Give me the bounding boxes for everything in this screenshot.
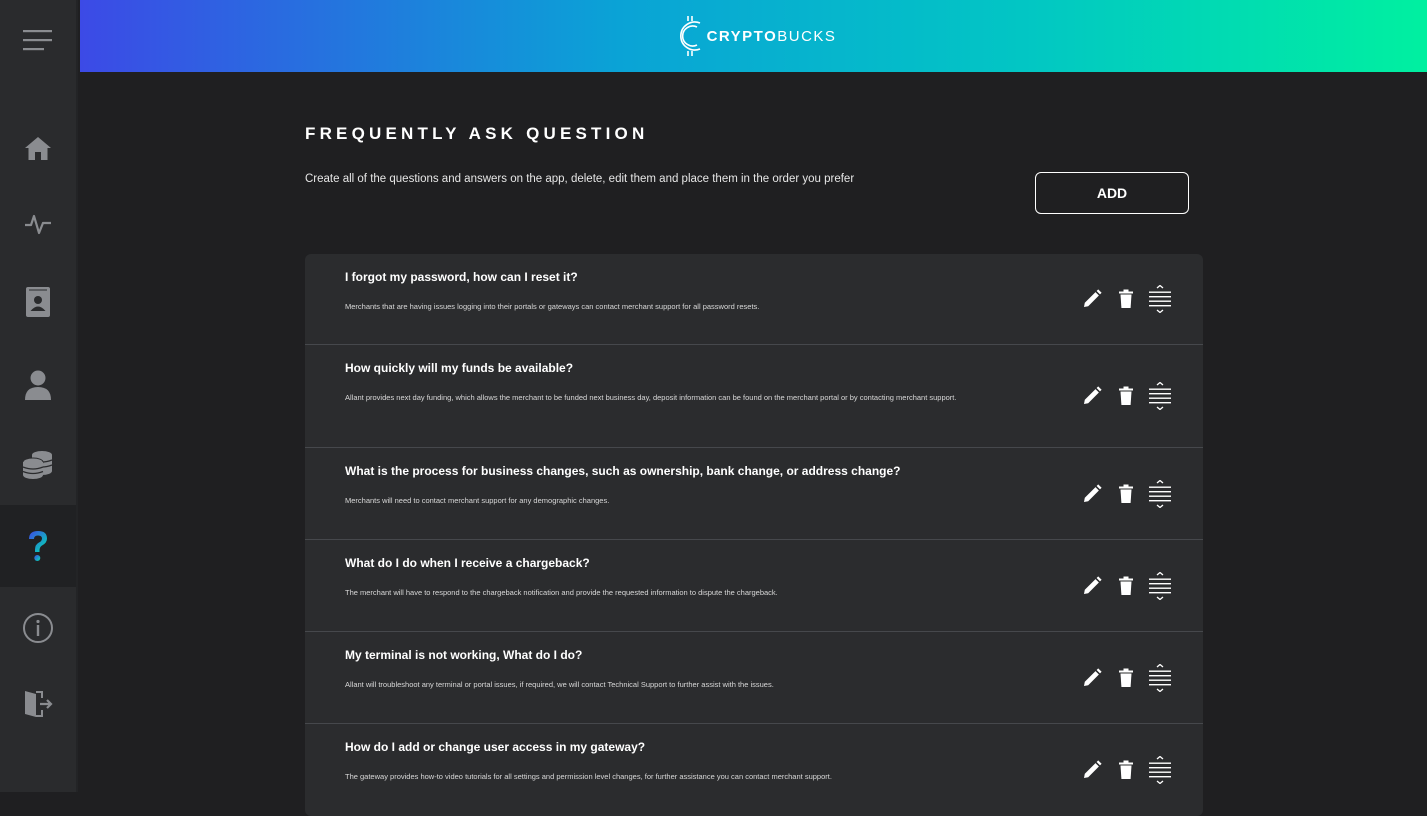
delete-icon[interactable] xyxy=(1114,482,1138,506)
delete-icon[interactable] xyxy=(1114,758,1138,782)
sidebar-item-contacts[interactable] xyxy=(0,262,76,342)
faq-answer: Allant will troubleshoot any terminal or… xyxy=(345,680,774,689)
user-icon xyxy=(24,369,52,401)
faq-actions xyxy=(1080,285,1172,313)
reorder-handle-icon[interactable] xyxy=(1148,382,1172,410)
sidebar-item-logout[interactable] xyxy=(0,664,76,744)
app-logo: CRYPTOBUCKS xyxy=(671,10,837,62)
logout-door-icon xyxy=(23,690,53,718)
hamburger-menu-icon[interactable] xyxy=(0,0,76,80)
sidebar-item-home[interactable] xyxy=(0,108,76,188)
reorder-handle-icon[interactable] xyxy=(1148,756,1172,784)
faq-answer: The gateway provides how-to video tutori… xyxy=(345,772,832,781)
sidebar xyxy=(0,0,78,792)
faq-item: What do I do when I receive a chargeback… xyxy=(305,540,1203,632)
faq-item: I forgot my password, how can I reset it… xyxy=(305,254,1203,345)
edit-icon[interactable] xyxy=(1080,384,1104,408)
sidebar-item-activity[interactable] xyxy=(0,184,76,264)
reorder-handle-icon[interactable] xyxy=(1148,663,1172,692)
faq-actions xyxy=(1080,663,1172,692)
contacts-book-icon xyxy=(25,286,51,318)
page-title: FREQUENTLY ASK QUESTION xyxy=(305,124,649,143)
faq-actions xyxy=(1080,382,1172,410)
faq-question: What do I do when I receive a chargeback… xyxy=(345,556,590,570)
faq-list: I forgot my password, how can I reset it… xyxy=(305,254,1203,816)
sidebar-item-coins[interactable] xyxy=(0,425,76,505)
info-icon xyxy=(22,612,54,644)
reorder-handle-icon[interactable] xyxy=(1148,571,1172,600)
delete-icon[interactable] xyxy=(1114,384,1138,408)
question-mark-icon xyxy=(26,529,50,563)
sidebar-item-info[interactable] xyxy=(0,588,76,668)
activity-pulse-icon xyxy=(24,212,52,236)
faq-question: My terminal is not working, What do I do… xyxy=(345,648,583,662)
faq-answer: Merchants that are having issues logging… xyxy=(345,302,760,311)
faq-item: How quickly will my funds be available? … xyxy=(305,345,1203,448)
sidebar-item-user[interactable] xyxy=(0,345,76,425)
coins-stack-icon xyxy=(22,450,54,480)
sidebar-item-faq[interactable] xyxy=(0,505,76,587)
faq-item: My terminal is not working, What do I do… xyxy=(305,632,1203,724)
faq-question: I forgot my password, how can I reset it… xyxy=(345,270,578,284)
faq-question: How do I add or change user access in my… xyxy=(345,740,646,754)
faq-question: How quickly will my funds be available? xyxy=(345,361,574,375)
delete-icon[interactable] xyxy=(1114,287,1138,311)
edit-icon[interactable] xyxy=(1080,574,1104,598)
faq-item: How do I add or change user access in my… xyxy=(305,724,1203,816)
faq-actions xyxy=(1080,571,1172,600)
edit-icon[interactable] xyxy=(1080,666,1104,690)
delete-icon[interactable] xyxy=(1114,574,1138,598)
faq-answer: Allant provides next day funding, which … xyxy=(345,393,957,402)
faq-answer: Merchants will need to contact merchant … xyxy=(345,496,610,505)
delete-icon[interactable] xyxy=(1114,666,1138,690)
edit-icon[interactable] xyxy=(1080,287,1104,311)
reorder-handle-icon[interactable] xyxy=(1148,479,1172,508)
add-button[interactable]: ADD xyxy=(1035,172,1189,214)
faq-actions xyxy=(1080,756,1172,784)
home-icon xyxy=(24,135,52,161)
edit-icon[interactable] xyxy=(1080,758,1104,782)
crypto-coin-logo-icon xyxy=(671,10,705,62)
page-description: Create all of the questions and answers … xyxy=(305,173,855,185)
faq-actions xyxy=(1080,479,1172,508)
reorder-handle-icon[interactable] xyxy=(1148,285,1172,313)
faq-question: What is the process for business changes… xyxy=(345,464,901,478)
faq-item: What is the process for business changes… xyxy=(305,448,1203,540)
top-header: CRYPTOBUCKS xyxy=(80,0,1427,72)
faq-answer: The merchant will have to respond to the… xyxy=(345,588,778,597)
logo-text: CRYPTOBUCKS xyxy=(706,27,837,45)
edit-icon[interactable] xyxy=(1080,482,1104,506)
